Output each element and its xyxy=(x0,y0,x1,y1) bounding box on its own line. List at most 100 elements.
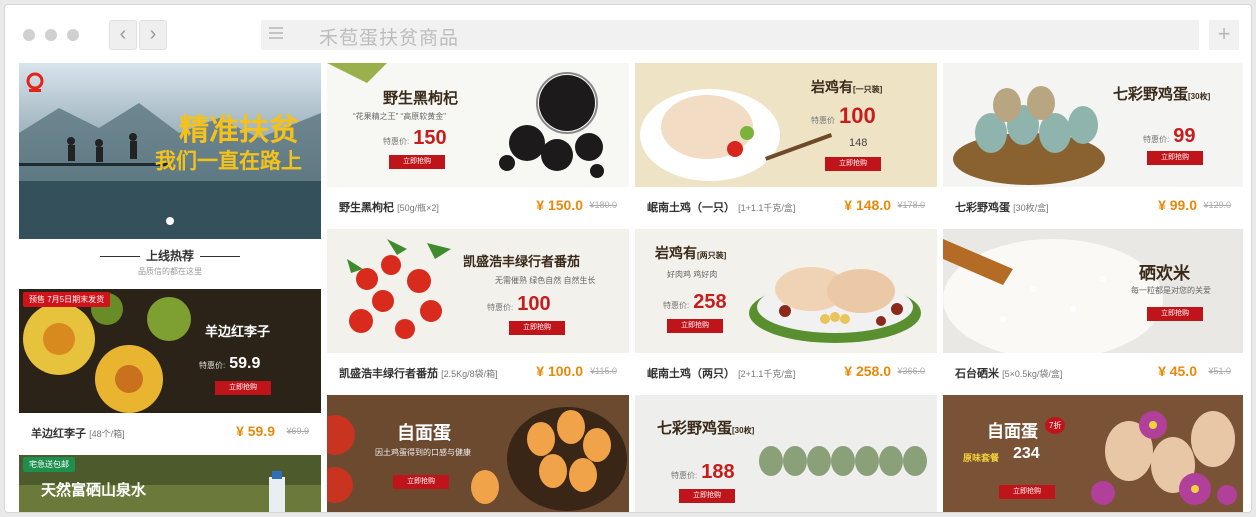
rice-buy-button[interactable]: 立即抢购 xyxy=(1147,307,1203,321)
reader-menu-icon[interactable] xyxy=(269,27,283,41)
product-tile-rice[interactable]: 硒欢米 每一粒都是对您的关爱 立即抢购 石台硒米 [5×0.5kg/袋/盒] ¥… xyxy=(943,229,1243,389)
tomato-ad-sub: 无需催熟 绿色自然 自然生长 xyxy=(495,276,596,285)
product-name: 石台硒米 [5×0.5kg/袋/盒] xyxy=(955,368,1063,380)
product-price: ¥ 258.0 xyxy=(844,363,891,379)
product-grid: 精准扶贫 我们一直在路上 上线热荐 品质信的都在这里 预售 7月5日期末发货 羊… xyxy=(19,63,1243,512)
product-tile-eggs-flowers[interactable]: 7折 自面蛋 原味套餐 234 立即抢购 xyxy=(943,395,1243,512)
chicken-two-ad-title: 岩鸡有[两只装] xyxy=(655,246,727,262)
plum-ad-title: 羊边红李子 xyxy=(205,325,271,340)
product-name: 岷南土鸡（一只） [1+1.1千克/盒] xyxy=(647,202,796,214)
product-old-price: ¥115.0 xyxy=(590,366,617,376)
product-tile-pheasant-eggs-2[interactable]: 七彩野鸡蛋[30枚] 特惠价: 188 立即抢购 xyxy=(635,395,937,512)
water-ad-title: 天然富硒山泉水 xyxy=(41,481,147,499)
pheasant-eggs-buy-button[interactable]: 立即抢购 xyxy=(1147,151,1203,165)
section-subtitle: 品质信的都在这里 xyxy=(138,267,202,276)
tomato-image xyxy=(327,229,629,353)
eggs-basket-ad-title: 自面蛋 xyxy=(397,423,451,444)
tomato-buy-button[interactable]: 立即抢购 xyxy=(509,321,565,335)
product-price: ¥ 99.0 xyxy=(1158,197,1197,213)
hero-subline: 我们一直在路上 xyxy=(155,149,302,173)
product-old-price: ¥129.0 xyxy=(1203,200,1231,210)
product-price: ¥ 59.9 xyxy=(236,423,275,439)
pheasant-eggs-2-ad-title: 七彩野鸡蛋[30枚] xyxy=(657,419,755,437)
eggs-basket-buy-button[interactable]: 立即抢购 xyxy=(393,475,449,489)
product-price: ¥ 148.0 xyxy=(844,197,891,213)
product-tile-water[interactable]: 宅急送包邮 天然富硒山泉水 xyxy=(19,455,321,512)
chicken-one-buy-button[interactable]: 立即抢购 xyxy=(825,157,881,171)
chicken-one-ad-old-price: 148 xyxy=(849,137,868,149)
product-price: ¥ 150.0 xyxy=(536,197,583,213)
pheasant-eggs-caption: 七彩野鸡蛋 [30枚/盒] ¥ 99.0 ¥129.0 xyxy=(943,187,1243,223)
product-tile-goji[interactable]: 野生黑枸杞 “花果精之王” “高原软黄金” 特惠价: 150 立即抢购 野生黑枸杞… xyxy=(327,63,629,223)
new-tab-button[interactable]: + xyxy=(1209,20,1239,50)
product-tile-pheasant-eggs[interactable]: 七彩野鸡蛋[30枚] 特惠价: 99 立即抢购 七彩野鸡蛋 [30枚/盒] ¥ 9… xyxy=(943,63,1243,223)
product-tile-tomato[interactable]: 凯盛浩丰绿行者番茄 无需催熟 绿色自然 自然生长 特惠价: 100 立即抢购 凯盛… xyxy=(327,229,629,389)
plum-buy-button[interactable]: 立即抢购 xyxy=(215,381,271,395)
eggs-flowers-ad-sub: 原味套餐 xyxy=(963,453,1000,463)
chicken-one-caption: 岷南土鸡（一只） [1+1.1千克/盒] ¥ 148.0 ¥178.0 xyxy=(635,187,937,223)
pheasant-eggs-image xyxy=(943,63,1243,187)
hero-headline: 精准扶贫 xyxy=(179,113,299,148)
product-price: ¥ 100.0 xyxy=(536,363,583,379)
product-tile-plum[interactable]: 预售 7月5日期末发货 羊边红李子 特惠价: 59.9 立即抢购 羊边红李子 [4… xyxy=(19,289,321,449)
product-tile-chicken-one[interactable]: 岩鸡有[一只装] 特惠价 100 148 立即抢购 岷南土鸡（一只） [1+1.1… xyxy=(635,63,937,223)
presale-badge: 预售 7月5日期末发货 xyxy=(23,292,111,307)
section-heading: 上线热荐 品质信的都在这里 xyxy=(19,247,321,277)
hero-banner[interactable]: 精准扶贫 我们一直在路上 xyxy=(19,63,321,239)
product-old-price: ¥69.9 xyxy=(286,426,309,436)
product-old-price: ¥178.0 xyxy=(897,200,925,210)
product-tile-chicken-two[interactable]: 岩鸡有[两只装] 好肉鸡 鸡好肉 特惠价: 258 立即抢购 岷南土鸡（两只） [… xyxy=(635,229,937,389)
chicken-two-caption: 岷南土鸡（两只） [2+1.1千克/盒] ¥ 258.0 ¥366.0 xyxy=(635,353,937,389)
chicken-two-ad-price: 特惠价: 258 xyxy=(663,291,727,313)
chicken-one-ad-title: 岩鸡有[一只装] xyxy=(811,80,883,96)
plum-caption: 羊边红李子 [48个/箱] ¥ 59.9 ¥69.9 xyxy=(19,413,321,449)
browser-window: ‹ › 禾苞蛋扶贫商品 + 精准扶贫 我们一直在路上 上线热荐 品质信的都在这里… xyxy=(4,4,1252,513)
chicken-one-ad-price: 特惠价 100 xyxy=(811,103,876,128)
product-name: 岷南土鸡（两只） [2+1.1千克/盒] xyxy=(647,368,796,380)
tomato-ad-price: 特惠价: 100 xyxy=(487,293,551,315)
eggs-basket-ad-sub: 因土鸡蛋得到的口感与健康 xyxy=(375,448,471,457)
pheasant-eggs-2-ad-price: 特惠价: 188 xyxy=(671,461,735,483)
page-title: 禾苞蛋扶贫商品 xyxy=(319,28,460,49)
title-bar: ‹ › 禾苞蛋扶贫商品 + xyxy=(5,5,1251,61)
pheasant-eggs-2-buy-button[interactable]: 立即抢购 xyxy=(679,489,735,503)
plum-image xyxy=(19,289,321,413)
chicken-one-image xyxy=(635,63,937,187)
maximize-window-dot[interactable] xyxy=(67,29,79,41)
product-name: 七彩野鸡蛋 [30枚/盒] xyxy=(955,202,1049,214)
plum-ad-price: 特惠价: 59.9 xyxy=(199,355,261,372)
section-title: 上线热荐 xyxy=(145,249,194,263)
product-name: 野生黑枸杞 [50g/瓶×2] xyxy=(339,202,439,214)
tomato-ad-title: 凯盛浩丰绿行者番茄 xyxy=(463,255,581,270)
product-tile-eggs-basket[interactable]: 自面蛋 因土鸡蛋得到的口感与健康 立即抢购 xyxy=(327,395,629,512)
chicken-two-ad-sub: 好肉鸡 鸡好肉 xyxy=(667,270,718,279)
forward-button[interactable]: › xyxy=(139,20,167,50)
product-old-price: ¥366.0 xyxy=(897,366,925,376)
tomato-caption: 凯盛浩丰绿行者番茄 [2.5Kg/8袋/箱] ¥ 100.0 ¥115.0 xyxy=(327,353,629,389)
chicken-two-buy-button[interactable]: 立即抢购 xyxy=(667,319,723,333)
close-window-dot[interactable] xyxy=(23,29,35,41)
product-name: 羊边红李子 [48个/箱] xyxy=(31,428,125,440)
rice-ad-sub: 每一粒都是对您的关爱 xyxy=(1131,286,1211,295)
product-old-price: ¥51.0 xyxy=(1208,366,1231,376)
goji-ad-sub: “花果精之王” “高原软黄金” xyxy=(353,112,446,121)
eggs-flowers-buy-button[interactable]: 立即抢购 xyxy=(999,485,1055,499)
product-name: 凯盛浩丰绿行者番茄 [2.5Kg/8袋/箱] xyxy=(339,368,498,380)
goji-ad-title: 野生黑枸杞 xyxy=(383,89,459,107)
goji-buy-button[interactable]: 立即抢购 xyxy=(389,155,445,169)
address-bar[interactable]: 禾苞蛋扶贫商品 xyxy=(261,20,1199,50)
pheasant-eggs-ad-price: 特惠价: 99 xyxy=(1143,125,1196,147)
goji-ad-price: 特惠价: 150 xyxy=(383,127,447,149)
back-button[interactable]: ‹ xyxy=(109,20,137,50)
eggs-flowers-ad-price: 234 xyxy=(1013,445,1040,462)
eggs-flowers-ad-title: 自面蛋 xyxy=(987,422,1038,442)
product-old-price: ¥180.0 xyxy=(589,200,617,210)
pheasant-eggs-ad-title: 七彩野鸡蛋[30枚] xyxy=(1113,85,1211,103)
minimize-window-dot[interactable] xyxy=(45,29,57,41)
rice-caption: 石台硒米 [5×0.5kg/袋/盒] ¥ 45.0 ¥51.0 xyxy=(943,353,1243,389)
eggs-basket-image xyxy=(327,395,629,512)
rice-ad-title: 硒欢米 xyxy=(1139,264,1190,284)
product-price: ¥ 45.0 xyxy=(1158,363,1197,379)
goji-image xyxy=(327,63,629,187)
shipping-badge: 宅急送包邮 xyxy=(23,457,75,472)
